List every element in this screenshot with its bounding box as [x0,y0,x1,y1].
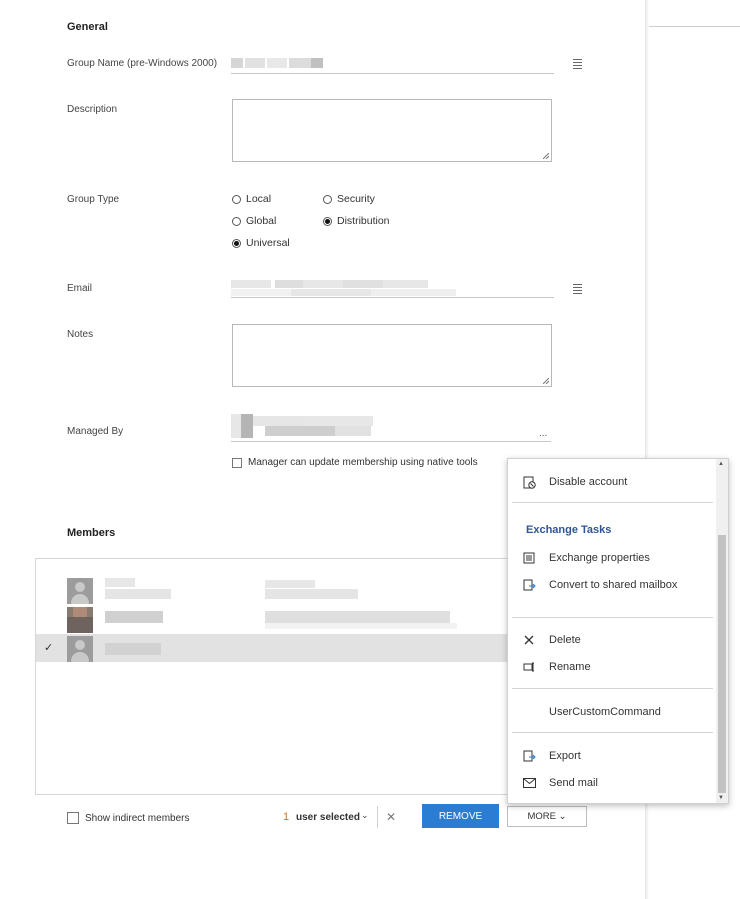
managed-by-label: Managed By [67,426,124,437]
manager-update-checkbox[interactable]: Manager can update membership using nati… [232,457,478,468]
checkbox-icon [232,457,242,468]
description-label: Description [67,104,118,115]
group-type-local-radio[interactable]: Local [232,193,271,205]
more-actions-menu[interactable]: Disable account Exchange Tasks Exchange … [507,458,729,804]
member-row[interactable] [36,605,514,633]
radio-label: Security [337,193,375,205]
mail-envelope-icon [522,776,536,790]
checkbox-label: Show indirect members [85,812,190,824]
menu-item-exchange-properties[interactable]: Exchange properties [522,551,650,565]
email-field[interactable] [231,278,554,298]
menu-item-convert-shared-mailbox[interactable]: Convert to shared mailbox [522,578,677,592]
exchange-properties-icon [522,551,536,565]
radio-selected-icon [323,216,332,226]
notes-textarea[interactable] [232,324,552,387]
menu-item-label: Send mail [549,777,598,789]
resize-grip-icon[interactable] [543,153,549,159]
radio-selected-icon [232,238,241,248]
menu-item-delete[interactable]: Delete [522,633,581,647]
more-button[interactable]: MORE ⌄ [507,806,587,827]
exchange-tasks-heading: Exchange Tasks [526,524,612,536]
background-divider [649,26,740,27]
disable-account-icon [522,475,536,489]
menu-item-disable-account[interactable]: Disable account [522,475,627,489]
menu-item-label: Exchange properties [549,552,650,564]
group-type-global-radio[interactable]: Global [232,215,276,227]
group-name-label: Group Name (pre-Windows 2000) [67,58,218,69]
menu-item-label: Rename [549,661,591,673]
checkmark-icon: ✓ [44,642,54,654]
menu-separator [512,688,713,689]
member-row[interactable] [36,576,514,604]
delete-x-icon [522,633,536,647]
remove-button[interactable]: REMOVE [422,804,499,828]
group-type-distribution-radio[interactable]: Distribution [323,215,390,227]
clear-selection-icon[interactable]: ✕ [386,810,396,824]
members-section-title: Members [67,527,116,539]
resize-grip-icon[interactable] [543,378,549,384]
blank-icon [522,705,536,719]
email-options-icon[interactable] [573,284,582,294]
menu-item-label: UserCustomCommand [549,706,661,718]
selection-dropdown-chevron-icon[interactable]: ⌄ [361,810,369,821]
managed-by-browse-button[interactable]: ... [539,428,547,439]
members-list[interactable]: ✓ [35,558,515,795]
menu-item-label: Delete [549,634,581,646]
menu-item-label: Convert to shared mailbox [549,579,678,591]
checkbox-icon [67,812,79,824]
selected-label: user selected [296,812,360,823]
show-indirect-members-checkbox[interactable]: Show indirect members [67,812,189,824]
menu-item-export[interactable]: Export [522,749,581,763]
description-textarea[interactable] [232,99,552,162]
menu-item-label: Disable account [549,476,628,488]
radio-icon [232,216,241,226]
scroll-up-arrow-icon[interactable]: ▲ [718,461,724,467]
scroll-down-arrow-icon[interactable]: ▼ [718,795,724,801]
footer-divider [377,806,378,828]
export-icon [522,749,536,763]
radio-label: Universal [246,237,290,249]
radio-icon [323,194,332,204]
radio-label: Local [246,193,272,205]
radio-label: Distribution [337,215,390,227]
user-avatar-icon [67,607,93,633]
notes-label: Notes [67,329,94,340]
rename-icon [522,660,536,674]
group-name-field[interactable] [231,55,554,75]
menu-separator [512,617,713,618]
convert-mailbox-icon [522,578,536,592]
managed-by-field[interactable] [231,412,551,442]
member-row-selected[interactable]: ✓ [36,634,514,662]
group-type-universal-radio[interactable]: Universal [232,237,290,249]
menu-scrollbar[interactable]: ▲ ▼ [716,459,728,803]
email-label: Email [67,283,93,294]
menu-item-label: Export [549,750,581,762]
group-name-options-icon[interactable] [573,59,582,69]
menu-item-send-mail[interactable]: Send mail [522,776,598,790]
selected-count: 1 [283,811,290,823]
radio-label: Global [246,215,277,227]
user-avatar-icon [67,636,93,662]
menu-item-rename[interactable]: Rename [522,660,591,674]
menu-item-user-custom-command[interactable]: UserCustomCommand [522,705,661,719]
group-type-security-radio[interactable]: Security [323,193,375,205]
menu-separator [512,732,713,733]
menu-separator [512,502,713,503]
scrollbar-thumb[interactable] [718,535,726,793]
general-section-title: General [67,21,108,33]
radio-icon [232,194,241,204]
group-type-label: Group Type [67,194,120,205]
user-avatar-icon [67,578,93,604]
checkbox-label: Manager can update membership using nati… [248,457,478,468]
